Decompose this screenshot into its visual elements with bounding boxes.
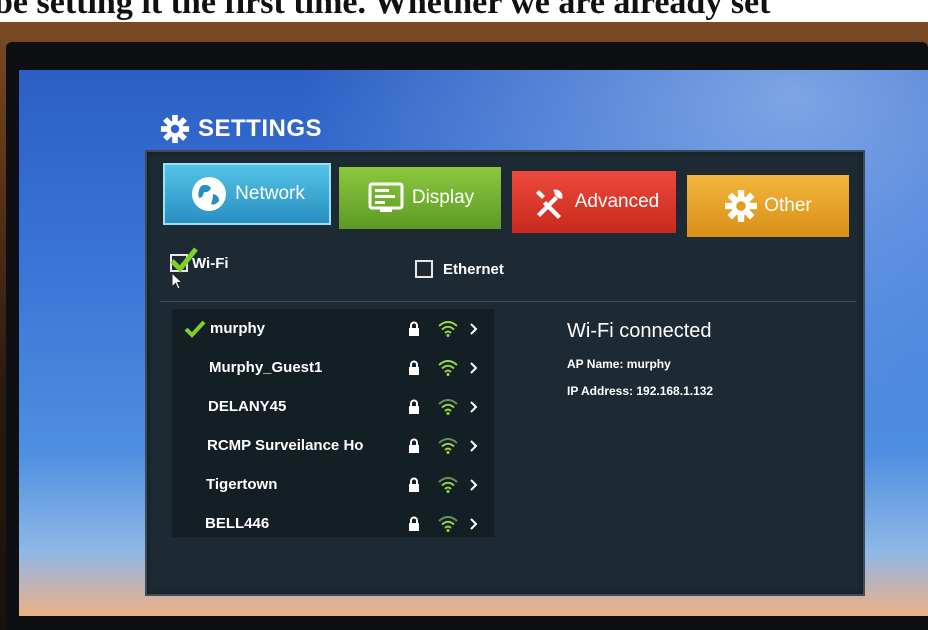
ap-name-value: AP Name: murphy [567, 357, 671, 371]
ethernet-checkbox-box[interactable] [415, 260, 433, 278]
list-item-network[interactable]: murphy [172, 309, 494, 348]
chevron-right-icon [470, 517, 478, 530]
page-title: SETTINGS [160, 112, 322, 146]
tab-display[interactable]: Display [339, 167, 501, 229]
lock-icon [409, 399, 419, 414]
gear-icon [725, 190, 758, 222]
network-name: BELL446 [205, 515, 270, 532]
ethernet-checkbox[interactable]: Ethernet [415, 260, 504, 278]
lock-icon [409, 321, 419, 336]
connection-status-title: Wi-Fi connected [567, 320, 712, 342]
list-item-network[interactable]: Murphy_Guest1 [172, 348, 494, 387]
network-name: murphy [210, 320, 266, 337]
lock-icon [409, 360, 419, 375]
divider [160, 301, 856, 302]
network-name: RCMP Surveilance Ho [207, 437, 364, 454]
tab-display-label: Display [411, 187, 475, 208]
network-name: Tigertown [206, 476, 278, 493]
wifi-signal-icon [438, 320, 458, 337]
network-name: Murphy_Guest1 [209, 359, 323, 376]
mouse-cursor-icon [171, 272, 184, 290]
wifi-signal-icon [438, 476, 458, 493]
tab-network-label: Network [235, 183, 305, 204]
ip-address-value: IP Address: 192.168.1.132 [567, 384, 714, 398]
list-item-network[interactable]: RCMP Surveilance Ho [172, 426, 494, 465]
tv-bottom-bezel [6, 616, 928, 630]
gear-icon [160, 114, 190, 144]
chevron-right-icon [470, 400, 478, 413]
checkmark-icon [170, 247, 198, 273]
article-caption: be setting it the first time. Whether we… [0, 0, 771, 20]
list-item-network[interactable]: DELANY45 [172, 387, 494, 426]
tools-icon [535, 189, 563, 219]
globe-icon [192, 177, 227, 211]
chevron-right-icon [470, 439, 478, 452]
ethernet-checkbox-label: Ethernet [443, 260, 504, 278]
wifi-checkbox-box[interactable] [170, 247, 198, 273]
chevron-right-icon [470, 361, 478, 374]
lock-icon [409, 438, 419, 453]
network-list: murphy Murphy_Guest1 DELANY45 RCMP Surve… [172, 309, 494, 537]
check-icon [184, 320, 206, 338]
list-item-network[interactable]: Tigertown [172, 465, 494, 504]
settings-title: SETTINGS [198, 115, 323, 142]
tab-network[interactable]: Network [163, 163, 331, 225]
wifi-signal-icon [438, 359, 458, 376]
tab-other[interactable]: Other [687, 175, 849, 237]
display-icon [368, 182, 404, 212]
network-name: DELANY45 [208, 398, 287, 415]
chevron-right-icon [470, 478, 478, 491]
tab-other-label: Other [764, 195, 812, 216]
tab-advanced[interactable]: Advanced [512, 171, 676, 233]
list-item-network[interactable]: BELL446 [172, 504, 494, 543]
chevron-right-icon [470, 322, 478, 335]
wifi-checkbox[interactable]: Wi-Fi [170, 247, 229, 273]
tab-advanced-label: Advanced [574, 191, 660, 212]
wifi-signal-icon [438, 398, 458, 415]
wifi-signal-icon [438, 515, 458, 532]
lock-icon [409, 516, 419, 531]
lock-icon [409, 477, 419, 492]
wifi-signal-icon [438, 437, 458, 454]
